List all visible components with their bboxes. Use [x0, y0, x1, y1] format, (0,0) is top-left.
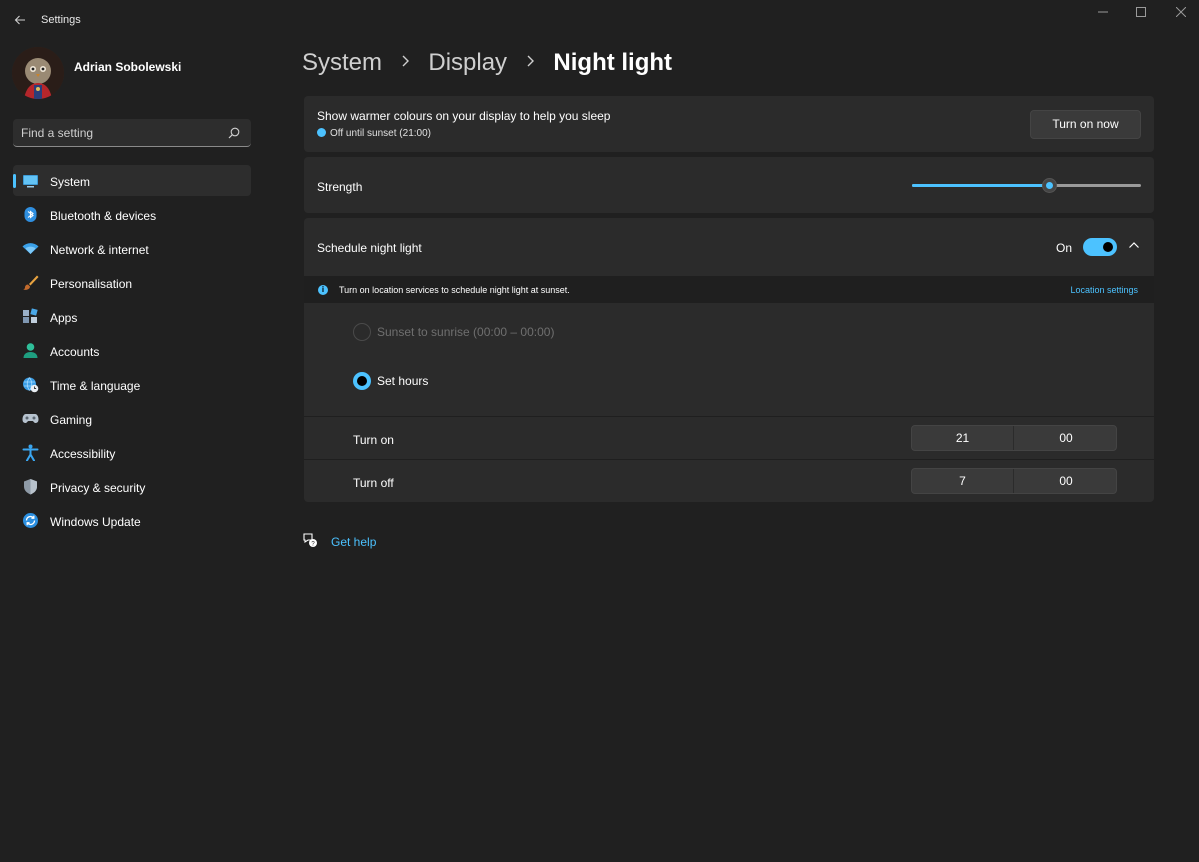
schedule-label: Schedule night light [317, 241, 422, 255]
sidebar-item-network[interactable]: Network & internet [13, 233, 251, 264]
sidebar-item-privacy[interactable]: Privacy & security [13, 471, 251, 502]
accessibility-icon [22, 444, 39, 461]
bluetooth-icon [24, 207, 37, 222]
sidebar-item-system[interactable]: System [13, 165, 251, 196]
sidebar-item-personalisation[interactable]: Personalisation [13, 267, 251, 298]
gamepad-icon [22, 414, 39, 423]
turn-on-minute[interactable]: 00 [1015, 426, 1117, 450]
turn-on-label: Turn on [353, 433, 394, 447]
turn-off-hour[interactable]: 7 [912, 469, 1014, 493]
sidebar-item-label: Privacy & security [50, 481, 146, 495]
radio-label: Sunset to sunrise (00:00 – 00:00) [377, 325, 555, 339]
sidebar-item-label: Network & internet [50, 243, 149, 257]
divider [304, 459, 1154, 460]
title-bar: Settings [0, 0, 1199, 40]
minimize-button[interactable] [1089, 4, 1117, 22]
get-help-link[interactable]: Get help [331, 535, 376, 549]
profile-name: Adrian Sobolewski [74, 60, 182, 74]
sidebar-nav: System Bluetooth & devices Network & int… [13, 165, 251, 539]
breadcrumb-display[interactable]: Display [428, 49, 507, 77]
turn-off-label: Turn off [353, 476, 394, 490]
brush-icon [23, 275, 39, 290]
apps-icon [23, 308, 38, 323]
update-icon [23, 513, 38, 528]
turn-on-time-picker[interactable]: 21 00 [911, 425, 1117, 451]
back-button[interactable] [10, 10, 30, 30]
night-light-description: Show warmer colours on your display to h… [317, 109, 611, 123]
sidebar-item-label: Accessibility [50, 447, 116, 461]
breadcrumb: System Display Night light [302, 48, 672, 80]
schedule-toggle[interactable] [1083, 238, 1117, 256]
sidebar-item-apps[interactable]: Apps [13, 301, 251, 332]
maximize-button[interactable] [1127, 4, 1155, 22]
location-info-bar: i Turn on location services to schedule … [304, 276, 1154, 303]
globe-clock-icon [23, 377, 39, 393]
radio-button[interactable] [353, 372, 371, 390]
sidebar-item-time-language[interactable]: Time & language [13, 369, 251, 400]
avatar [12, 47, 64, 99]
help-chat-icon: ? [303, 533, 317, 548]
status-text: Off until sunset (21:00) [330, 128, 431, 139]
search-input[interactable] [21, 125, 221, 141]
minimize-icon [1098, 11, 1108, 13]
page-title: Night light [553, 48, 673, 76]
strength-slider[interactable] [912, 178, 1141, 193]
sidebar-item-label: Apps [50, 311, 78, 325]
turn-off-time-picker[interactable]: 7 00 [911, 468, 1117, 494]
close-button[interactable] [1167, 4, 1195, 22]
avatar-image [12, 47, 64, 99]
status-dot-icon [317, 128, 326, 137]
slider-thumb[interactable] [1042, 178, 1057, 193]
sidebar-item-accounts[interactable]: Accounts [13, 335, 251, 366]
divider [304, 416, 1154, 417]
info-icon: i [318, 285, 328, 295]
toggle-state-label: On [1056, 241, 1073, 255]
schedule-card: Schedule night light On i Turn on locati… [304, 218, 1154, 502]
search-icon[interactable] [227, 126, 241, 140]
person-icon [23, 343, 38, 358]
night-light-status: Off until sunset (21:00) [317, 128, 431, 139]
back-arrow-icon [14, 15, 25, 25]
maximize-icon [1136, 7, 1146, 17]
user-profile[interactable]: Adrian Sobolewski [12, 47, 252, 99]
shield-icon [24, 479, 37, 495]
chevron-right-icon [526, 54, 535, 72]
sidebar-item-windows-update[interactable]: Windows Update [13, 505, 251, 536]
sidebar-item-label: Accounts [50, 345, 100, 359]
night-light-status-card: Show warmer colours on your display to h… [304, 96, 1154, 152]
chevron-right-icon [401, 54, 410, 72]
close-icon [1175, 6, 1187, 18]
app-title: Settings [41, 14, 81, 26]
sidebar-item-bluetooth[interactable]: Bluetooth & devices [13, 199, 251, 230]
breadcrumb-system[interactable]: System [302, 49, 382, 77]
sidebar-item-gaming[interactable]: Gaming [13, 403, 251, 434]
slider-fill [912, 184, 1049, 187]
search-box[interactable] [13, 119, 251, 147]
sidebar-item-label: Bluetooth & devices [50, 209, 157, 223]
strength-card: Strength [304, 157, 1154, 213]
sidebar-item-label: System [50, 175, 91, 189]
chevron-up-icon[interactable] [1127, 238, 1141, 252]
sidebar-item-label: Windows Update [50, 515, 141, 529]
radio-button [353, 323, 371, 341]
sidebar-item-accessibility[interactable]: Accessibility [13, 437, 251, 468]
info-text: Turn on location services to schedule ni… [339, 285, 570, 295]
turn-on-hour[interactable]: 21 [912, 426, 1014, 450]
sidebar-item-label: Gaming [50, 413, 93, 427]
turn-off-minute[interactable]: 00 [1015, 469, 1117, 493]
monitor-icon [23, 175, 38, 188]
location-settings-link[interactable]: Location settings [1070, 285, 1138, 295]
sidebar-item-label: Personalisation [50, 277, 133, 291]
wifi-icon [22, 243, 39, 254]
radio-label: Set hours [377, 374, 429, 388]
sidebar-item-label: Time & language [50, 379, 141, 393]
strength-label: Strength [317, 180, 363, 194]
turn-on-now-button[interactable]: Turn on now [1030, 110, 1141, 139]
